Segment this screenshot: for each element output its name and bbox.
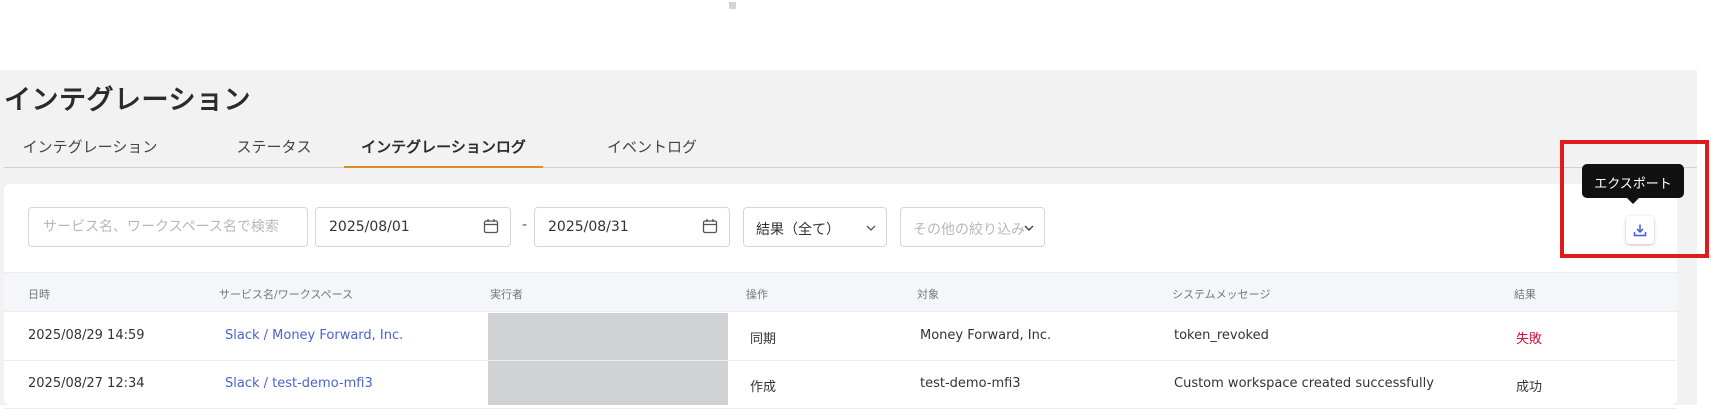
- cell-system-message: token_revoked: [1174, 328, 1269, 343]
- tab-status[interactable]: ステータス: [204, 122, 344, 168]
- date-from-field[interactable]: 2025/08/01: [315, 207, 511, 247]
- cell-result: 成功: [1516, 380, 1543, 395]
- cell-operation: 同期: [750, 332, 777, 347]
- table-row[interactable]: 2025/08/27 12:34 Slack / test-demo-mfi3 …: [4, 361, 1677, 409]
- page-title: インテグレーション: [4, 85, 251, 116]
- search-input[interactable]: [28, 207, 308, 247]
- date-to-value: 2025/08/31: [548, 219, 629, 235]
- date-separator: -: [522, 217, 528, 233]
- column-header-target[interactable]: 対象: [917, 286, 939, 302]
- calendar-icon: [483, 219, 499, 234]
- table-header: 日時 サービス名/ワークスペース 実行者 操作 対象 システムメッセージ 結果: [4, 272, 1677, 312]
- cell-result: 失敗: [1516, 332, 1543, 347]
- cell-service-link[interactable]: Slack / test-demo-mfi3: [225, 376, 373, 391]
- highlight-box: [1560, 140, 1709, 258]
- table-row[interactable]: 2025/08/29 14:59 Slack / Money Forward, …: [4, 313, 1677, 361]
- cell-target: Money Forward, Inc.: [920, 328, 1052, 343]
- cell-datetime: 2025/08/29 14:59: [28, 328, 145, 343]
- cell-datetime: 2025/08/27 12:34: [28, 376, 145, 391]
- column-header-operation[interactable]: 操作: [746, 286, 768, 302]
- tab-integration[interactable]: インテグレーション: [4, 122, 176, 168]
- column-header-datetime[interactable]: 日時: [28, 286, 50, 302]
- column-header-system-message[interactable]: システムメッセージ: [1172, 286, 1270, 302]
- cell-service-link[interactable]: Slack / Money Forward, Inc.: [225, 328, 403, 343]
- tab-integration-log[interactable]: インテグレーションログ: [344, 122, 543, 168]
- cell-target: test-demo-mfi3: [920, 376, 1021, 391]
- drag-handle: [729, 2, 736, 9]
- date-to-field[interactable]: 2025/08/31: [534, 207, 730, 247]
- result-select[interactable]: 結果（全て）: [743, 207, 887, 247]
- date-from-value: 2025/08/01: [329, 219, 410, 235]
- cell-system-message: Custom workspace created successfully: [1174, 376, 1434, 391]
- other-filters-label: その他の絞り込み: [913, 222, 1025, 238]
- tab-bar: インテグレーション ステータス インテグレーションログ イベントログ: [4, 122, 1697, 168]
- log-card: 2025/08/01 - 2025/08/31 結果（全て）: [4, 184, 1677, 409]
- column-header-service[interactable]: サービス名/ワークスペース: [219, 286, 353, 302]
- column-header-result[interactable]: 結果: [1514, 286, 1536, 302]
- column-header-executor[interactable]: 実行者: [490, 286, 523, 302]
- calendar-icon: [702, 219, 718, 234]
- result-select-value: 結果（全て）: [756, 222, 840, 238]
- cell-operation: 作成: [750, 380, 777, 395]
- tab-event-log[interactable]: イベントログ: [572, 122, 732, 168]
- chevron-down-icon: [866, 225, 876, 231]
- integration-page: インテグレーション インテグレーション ステータス インテグレーションログ イベ…: [0, 70, 1697, 409]
- chevron-down-icon: [1024, 225, 1034, 232]
- other-filters-select[interactable]: その他の絞り込み: [900, 207, 1045, 247]
